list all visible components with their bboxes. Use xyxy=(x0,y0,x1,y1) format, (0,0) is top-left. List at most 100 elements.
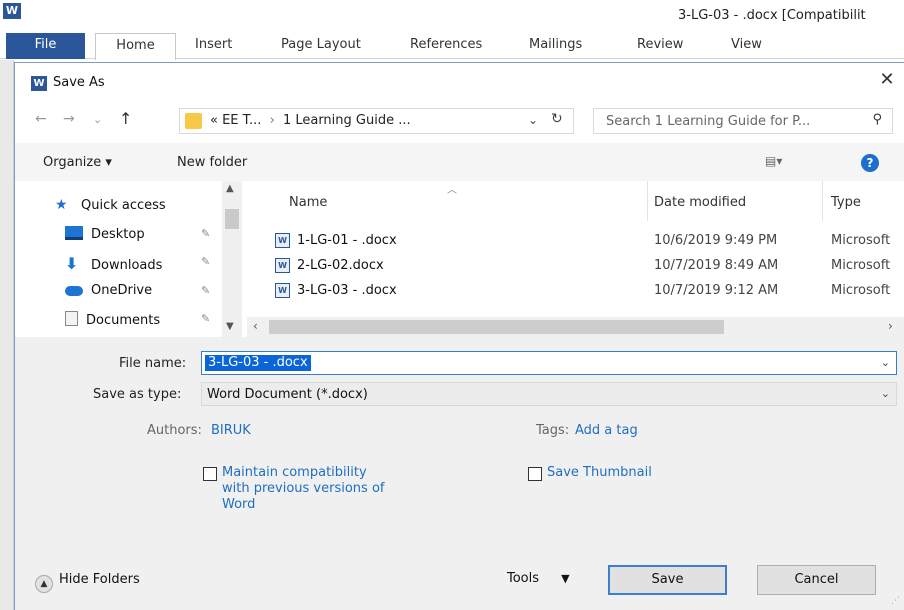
document-icon xyxy=(65,311,78,326)
pin-icon[interactable]: ✎ xyxy=(201,312,210,325)
nav-item-downloads[interactable]: ⬇ Downloads ✎ xyxy=(65,254,210,276)
file-row[interactable]: W 1-LG-01 - .docx 10/6/2019 9:49 PM Micr… xyxy=(247,231,904,255)
document-edge xyxy=(0,60,14,610)
column-header-name[interactable]: Name xyxy=(289,195,327,210)
tab-review[interactable]: Review xyxy=(637,37,683,52)
chevron-down-icon[interactable]: ⌄ xyxy=(881,356,890,369)
word-document-icon: W xyxy=(275,233,290,248)
column-header-date[interactable]: Date modified xyxy=(654,195,746,210)
window-title: 3-LG-03 - .docx [Compatibilit xyxy=(678,8,866,23)
nav-item-onedrive[interactable]: OneDrive ✎ xyxy=(65,283,210,305)
column-divider[interactable] xyxy=(647,181,648,221)
scroll-thumb[interactable] xyxy=(269,320,724,334)
word-logo-icon: W xyxy=(3,3,21,19)
chevron-down-icon[interactable]: ⌄ xyxy=(881,387,890,400)
pin-icon[interactable]: ✎ xyxy=(201,284,210,297)
word-document-icon: W xyxy=(275,283,290,298)
address-bar[interactable]: « EE T... › 1 Learning Guide ... ⌄ ↻ xyxy=(179,108,574,134)
cloud-icon xyxy=(65,286,83,296)
file-row[interactable]: W 2-LG-02.docx 10/7/2019 8:49 AM Microso… xyxy=(247,256,904,280)
file-date: 10/7/2019 9:12 AM xyxy=(654,283,779,298)
file-name: 2-LG-02.docx xyxy=(297,258,384,273)
file-type: Microsoft xyxy=(831,283,891,298)
view-options-icon[interactable]: ▤▾ xyxy=(765,154,782,168)
file-browser: ★ Quick access Desktop ✎ ⬇ Downloads ✎ One… xyxy=(15,181,904,337)
tab-references[interactable]: References xyxy=(410,37,482,52)
scroll-up-icon[interactable]: ▲ xyxy=(226,183,234,194)
file-name: 3-LG-03 - .docx xyxy=(297,283,397,298)
file-list-scrollbar[interactable]: ‹ › xyxy=(247,317,904,337)
breadcrumb-separator: › xyxy=(269,113,275,128)
address-dropdown-icon[interactable]: ⌄ xyxy=(528,113,538,127)
star-icon: ★ xyxy=(55,197,68,213)
close-icon[interactable]: ✕ xyxy=(875,69,899,93)
hide-folders-button[interactable]: ▲ Hide Folders xyxy=(35,572,140,593)
forward-arrow-icon[interactable]: → xyxy=(63,111,75,127)
tab-home[interactable]: Home xyxy=(95,33,176,60)
file-name-value: 3-LG-03 - .docx xyxy=(205,355,311,371)
ribbon-tabs: File Home Insert Page Layout References … xyxy=(0,33,904,60)
scroll-thumb[interactable] xyxy=(225,209,239,229)
save-as-dialog: W Save As ✕ ← → ⌄ ↑ « EE T... › 1 Learni… xyxy=(14,62,904,610)
desktop-icon xyxy=(65,226,83,240)
pin-icon[interactable]: ✎ xyxy=(201,255,210,268)
up-arrow-icon[interactable]: ↑ xyxy=(119,109,132,128)
tab-insert[interactable]: Insert xyxy=(195,37,232,52)
tab-page-layout[interactable]: Page Layout xyxy=(281,37,361,52)
cancel-button[interactable]: Cancel xyxy=(757,565,876,595)
column-header-type[interactable]: Type xyxy=(831,195,861,210)
word-titlebar: W 3-LG-03 - .docx [Compatibilit xyxy=(0,0,904,30)
file-type: Microsoft xyxy=(831,233,891,248)
new-folder-button[interactable]: New folder xyxy=(177,155,247,170)
word-icon: W xyxy=(31,76,47,91)
column-divider[interactable] xyxy=(822,181,823,221)
save-thumbnail-checkbox[interactable] xyxy=(528,467,542,481)
resize-grip-icon[interactable]: ⋰ xyxy=(891,596,900,606)
scroll-down-icon[interactable]: ▼ xyxy=(226,321,234,332)
search-input[interactable]: Search 1 Learning Guide for P... ⚲ xyxy=(593,108,893,134)
tab-view[interactable]: View xyxy=(731,37,762,52)
dialog-titlebar: W Save As ✕ xyxy=(15,63,904,99)
tab-file[interactable]: File xyxy=(6,33,85,59)
nav-pane-scrollbar[interactable]: ▲ ▼ xyxy=(222,181,242,337)
breadcrumb-current[interactable]: 1 Learning Guide ... xyxy=(283,113,411,128)
file-type: Microsoft xyxy=(831,258,891,273)
tab-mailings[interactable]: Mailings xyxy=(529,37,582,52)
breadcrumb-parent[interactable]: « EE T... xyxy=(210,113,261,128)
organize-button[interactable]: Organize ▾ xyxy=(43,155,112,170)
file-list: ︿ Name Date modified Type W 1-LG-01 - .d… xyxy=(247,181,904,337)
file-date: 10/7/2019 8:49 AM xyxy=(654,258,779,273)
search-placeholder: Search 1 Learning Guide for P... xyxy=(606,114,811,129)
navigation-bar: ← → ⌄ ↑ « EE T... › 1 Learning Guide ...… xyxy=(15,99,904,143)
save-thumbnail-label[interactable]: Save Thumbnail xyxy=(547,465,652,481)
nav-item-desktop[interactable]: Desktop ✎ xyxy=(65,226,210,248)
nav-item-documents[interactable]: Documents ✎ xyxy=(65,311,210,333)
authors-value[interactable]: BIRUK xyxy=(211,423,251,438)
chevron-up-icon: ▲ xyxy=(35,575,53,593)
dropdown-arrow-icon: ▼ xyxy=(561,572,570,585)
authors-label: Authors: xyxy=(147,423,202,438)
refresh-icon[interactable]: ↻ xyxy=(551,111,563,127)
dialog-title: Save As xyxy=(53,75,105,90)
file-row[interactable]: W 3-LG-03 - .docx 10/7/2019 9:12 AM Micr… xyxy=(247,281,904,305)
save-as-type-select[interactable]: Word Document (*.docx) ⌄ xyxy=(201,382,897,406)
file-date: 10/6/2019 9:49 PM xyxy=(654,233,778,248)
nav-item-quick-access[interactable]: ★ Quick access xyxy=(55,197,166,219)
save-button[interactable]: Save xyxy=(608,565,727,595)
add-tag-link[interactable]: Add a tag xyxy=(575,423,638,438)
search-icon[interactable]: ⚲ xyxy=(872,112,882,127)
save-as-type-label: Save as type: xyxy=(93,387,182,402)
maintain-compat-checkbox[interactable] xyxy=(203,467,217,481)
maintain-compat-label[interactable]: Maintain compatibility with previous ver… xyxy=(222,465,392,513)
pin-icon[interactable]: ✎ xyxy=(201,227,210,240)
scroll-left-icon[interactable]: ‹ xyxy=(253,319,258,333)
tools-menu[interactable]: Tools ▼ xyxy=(507,571,570,586)
save-as-type-value: Word Document (*.docx) xyxy=(207,387,368,402)
back-arrow-icon[interactable]: ← xyxy=(35,111,47,127)
file-name-label: File name: xyxy=(119,356,187,371)
scroll-right-icon[interactable]: › xyxy=(888,319,893,333)
file-name-field[interactable]: 3-LG-03 - .docx ⌄ xyxy=(201,351,897,375)
help-icon[interactable]: ? xyxy=(861,154,879,172)
recent-locations-icon[interactable]: ⌄ xyxy=(93,113,102,126)
download-icon: ⬇ xyxy=(65,254,79,273)
